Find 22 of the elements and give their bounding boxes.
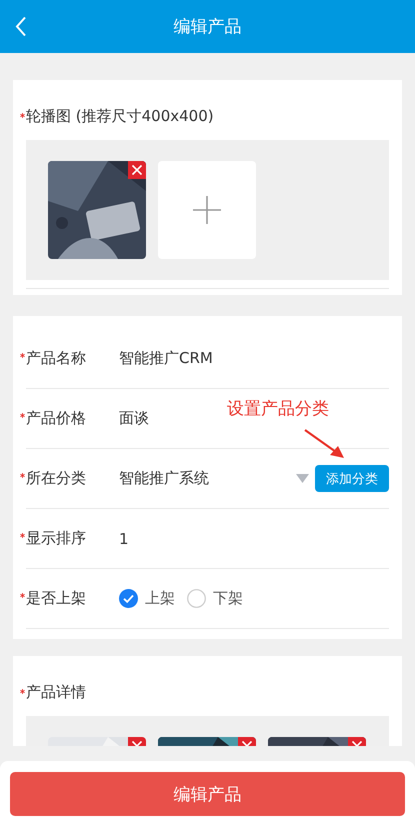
annotation-arrow bbox=[303, 428, 345, 459]
close-icon[interactable] bbox=[128, 737, 146, 746]
field-label: 显示排序 bbox=[26, 529, 86, 548]
select-value[interactable]: 智能推广系统 bbox=[119, 469, 296, 488]
close-icon[interactable] bbox=[348, 737, 366, 746]
field-label: 产品名称 bbox=[26, 349, 86, 368]
close-icon[interactable] bbox=[128, 161, 146, 179]
field-label: 产品价格 bbox=[26, 409, 86, 428]
radio-option[interactable]: 上架 bbox=[119, 589, 175, 608]
page-title: 编辑产品 bbox=[174, 16, 242, 38]
section-label: 产品详情 bbox=[26, 683, 86, 702]
submit-button[interactable]: 编辑产品 bbox=[10, 772, 405, 816]
close-icon[interactable] bbox=[238, 737, 256, 746]
field-label: 所在分类 bbox=[26, 469, 86, 488]
plus-icon bbox=[193, 196, 221, 224]
field-value[interactable]: 1 bbox=[119, 530, 389, 548]
annotation-text: 设置产品分类 bbox=[227, 398, 329, 420]
field-label: 是否上架 bbox=[26, 589, 86, 608]
field-value[interactable]: 智能推广CRM bbox=[119, 349, 389, 368]
radio-option[interactable]: 下架 bbox=[187, 589, 243, 608]
back-icon[interactable] bbox=[15, 16, 27, 37]
section-label: 轮播图 (推荐尺寸400x400) bbox=[26, 107, 214, 126]
